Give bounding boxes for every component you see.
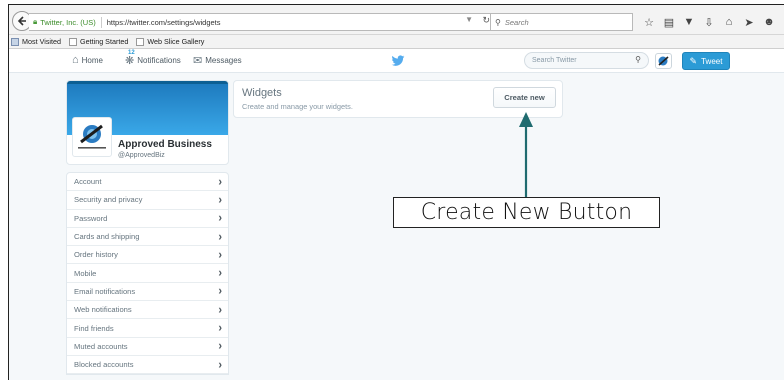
settings-item-account[interactable]: Account ›	[67, 173, 228, 192]
site-identity: Twitter, Inc. (US)	[40, 17, 96, 27]
settings-item-label: Mobile	[74, 268, 97, 278]
history-dropdown-icon[interactable]: ▼	[465, 15, 473, 24]
star-icon[interactable]: ☆	[639, 13, 659, 31]
pocket-icon[interactable]: ▼	[679, 13, 699, 31]
settings-item-email-notifications[interactable]: Email notifications ›	[67, 283, 228, 302]
settings-item-label: Email notifications	[74, 286, 136, 296]
chevron-right-icon: ›	[218, 229, 222, 244]
twitter-search-input[interactable]: Search Twitter ⚲	[524, 52, 649, 69]
profile-picture[interactable]	[72, 117, 112, 157]
bookmark-label: Getting Started	[80, 37, 129, 46]
settings-item-web-notifications[interactable]: Web notifications ›	[67, 301, 228, 320]
send-icon[interactable]: ➤	[739, 13, 759, 31]
search-placeholder: Search	[504, 17, 529, 27]
home-icon[interactable]: ⌂	[719, 13, 739, 31]
nav-home-label: Home	[81, 55, 103, 65]
notifications-icon: ❋ 12	[125, 50, 135, 67]
chevron-right-icon: ›	[218, 211, 222, 225]
approved-business-logo-icon	[78, 124, 106, 149]
nav-notifications-label: Notifications	[137, 56, 181, 65]
reading-list-icon[interactable]: ▤	[659, 13, 679, 31]
approved-business-logo-icon	[658, 56, 669, 66]
bookmark-label: Most Visited	[22, 37, 62, 46]
nav-messages-label: Messages	[205, 56, 242, 65]
chevron-right-icon: ›	[218, 339, 222, 353]
tweet-button[interactable]: ✎ Tweet	[682, 52, 730, 70]
nav-notifications[interactable]: ❋ 12 Notifications	[125, 50, 181, 67]
settings-item-order-history[interactable]: Order history ›	[67, 246, 228, 265]
settings-item-muted-accounts[interactable]: Muted accounts ›	[67, 338, 228, 356]
bookmark-web-slice-gallery[interactable]: Web Slice Gallery	[136, 37, 204, 46]
annotation-callout: Create New Button	[393, 197, 660, 228]
settings-item-password[interactable]: Password ›	[67, 210, 228, 228]
bookmark-label: Web Slice Gallery	[147, 37, 205, 46]
settings-item-security[interactable]: Security and privacy ›	[67, 191, 228, 210]
tweet-button-label: Tweet	[701, 56, 723, 66]
settings-item-label: Order history	[74, 250, 118, 260]
bookmark-most-visited[interactable]: Most Visited	[11, 37, 61, 46]
create-new-button[interactable]: Create new	[493, 87, 556, 108]
toolbar-icons: ☆ ▤ ▼ ⇩ ⌂ ➤ ☻ ☰	[639, 13, 784, 31]
settings-item-label: Security and privacy	[74, 195, 143, 205]
bookmark-getting-started[interactable]: Getting Started	[69, 37, 128, 46]
profile-handle[interactable]: @ApprovedBiz	[118, 152, 165, 159]
settings-item-label: Cards and shipping	[74, 232, 140, 242]
settings-item-label: Password	[74, 213, 108, 223]
settings-item-label: Blocked accounts	[74, 360, 134, 370]
reload-icon[interactable]: ↻	[482, 15, 490, 26]
chevron-right-icon: ›	[218, 303, 222, 317]
menu-icon[interactable]: ☰	[779, 13, 784, 31]
browser-search-input[interactable]: ⚲ Search	[490, 13, 633, 31]
settings-item-label: Account	[74, 177, 102, 187]
chevron-right-icon: ›	[218, 175, 222, 189]
page-subtitle: Create and manage your widgets.	[242, 102, 353, 111]
download-icon[interactable]: ⇩	[699, 13, 719, 31]
screenshot: 🔒︎ Twitter, Inc. (US) https://twitter.co…	[0, 0, 784, 380]
settings-item-label: Web notifications	[74, 305, 132, 315]
notification-count: 12	[128, 50, 135, 56]
compose-icon: ✎	[689, 55, 698, 66]
nav-home[interactable]: ⌂ Home	[72, 54, 103, 66]
settings-menu: Account › Security and privacy › Password ›…	[66, 172, 229, 376]
url-text: https://twitter.com/settings/widgets	[106, 17, 221, 27]
twitter-bird-icon[interactable]	[391, 54, 405, 68]
page-title: Widgets	[242, 87, 282, 99]
home-icon: ⌂	[72, 54, 79, 66]
twitter-top-bar: ⌂ Home ❋ 12 Notifications ✉ Messages Sear…	[9, 50, 784, 73]
page-icon	[136, 37, 145, 46]
lock-icon: 🔒︎	[33, 17, 38, 26]
settings-item-blocked-accounts[interactable]: Blocked accounts ›	[67, 356, 228, 375]
settings-item-mobile[interactable]: Mobile ›	[67, 264, 228, 283]
bookmarks-bar: Most Visited Getting Started Web Slice G…	[9, 35, 784, 49]
profile-card[interactable]: Approved Business @ApprovedBiz	[66, 80, 229, 165]
bookmarks-folder-icon	[11, 37, 19, 46]
envelope-icon: ✉	[193, 55, 203, 67]
search-icon: ⚲	[495, 17, 501, 27]
hello-icon[interactable]: ☻	[759, 13, 779, 31]
settings-item-cards[interactable]: Cards and shipping ›	[67, 228, 228, 247]
back-arrow-icon	[17, 16, 26, 26]
twitter-search-placeholder: Search Twitter	[532, 57, 577, 64]
settings-item-label: Find friends	[74, 323, 114, 333]
settings-item-find-friends[interactable]: Find friends ›	[67, 319, 228, 338]
browser-toolbar: 🔒︎ Twitter, Inc. (US) https://twitter.co…	[9, 5, 784, 35]
chevron-right-icon: ›	[218, 321, 222, 335]
divider	[100, 16, 102, 28]
page-icon	[69, 37, 78, 46]
search-icon[interactable]: ⚲	[635, 55, 641, 64]
widgets-panel: Widgets Create and manage your widgets. …	[233, 80, 563, 118]
profile-name[interactable]: Approved Business	[118, 139, 212, 150]
url-bar[interactable]: 🔒︎ Twitter, Inc. (US) https://twitter.co…	[29, 13, 496, 31]
nav-messages[interactable]: ✉ Messages	[193, 54, 242, 67]
settings-item-label: Muted accounts	[74, 341, 128, 351]
chevron-right-icon: ›	[218, 193, 222, 207]
chevron-right-icon: ›	[218, 284, 222, 299]
chevron-right-icon: ›	[218, 358, 222, 372]
chevron-right-icon: ›	[218, 248, 222, 262]
avatar[interactable]	[655, 53, 672, 69]
chevron-right-icon: ›	[218, 266, 222, 280]
